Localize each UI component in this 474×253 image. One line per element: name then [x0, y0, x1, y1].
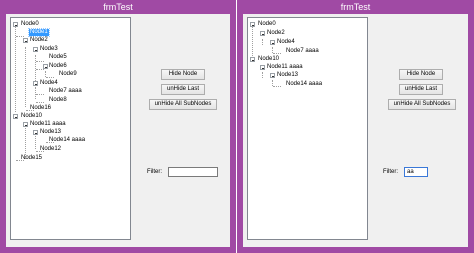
tree-node[interactable]: Node2 [266, 30, 286, 37]
tree-connector [273, 53, 281, 54]
window-title: frmTest [340, 2, 371, 12]
tree-view[interactable]: Node0 Node2 Node4 Node7 aaaa Node10 Node… [247, 17, 368, 240]
collapse-icon[interactable] [33, 47, 38, 52]
tree-node[interactable]: Node11 aaaa [266, 64, 304, 71]
tree-node[interactable]: Node2 [29, 37, 49, 44]
tree-node[interactable]: Node13 [39, 129, 62, 136]
collapse-icon[interactable] [260, 31, 265, 36]
tree-connector [35, 87, 36, 99]
collapse-icon[interactable] [33, 81, 38, 86]
tree-node[interactable]: Node7 aaaa [285, 48, 320, 55]
collapse-icon[interactable] [23, 122, 28, 127]
tree-connector [262, 39, 263, 45]
right-window: frmTest Node0 Node2 Node4 Node7 aaaa Nod… [237, 0, 474, 253]
filter-label: Filter: [147, 169, 162, 175]
collapse-icon[interactable] [23, 38, 28, 43]
window-client-area: Node0 Node2 Node4 Node7 aaaa Node10 Node… [243, 14, 468, 247]
tree-connector [25, 47, 26, 107]
tree-node[interactable]: Node12 [39, 146, 62, 153]
collapse-icon[interactable] [250, 22, 255, 27]
tree-view[interactable]: Node0 Node1 Node2 Node3 Node5 Node6 Node… [10, 17, 131, 240]
collapse-icon[interactable] [270, 73, 275, 78]
hide-node-button[interactable]: Hide Node [161, 69, 205, 80]
tree-node[interactable]: Node4 [276, 39, 296, 46]
collapse-icon[interactable] [270, 40, 275, 45]
tree-connector [46, 77, 54, 78]
hide-node-button[interactable]: Hide Node [399, 69, 443, 80]
tree-connector [252, 27, 253, 60]
tree-node[interactable]: Node16 [29, 105, 52, 112]
window-title: frmTest [103, 2, 133, 12]
tree-connector [25, 123, 26, 159]
tree-node[interactable]: Node5 [48, 54, 68, 61]
filter-input[interactable] [404, 167, 428, 177]
collapse-icon[interactable] [260, 65, 265, 70]
tree-node[interactable]: Node0 [20, 21, 40, 28]
unhide-all-subnodes-button[interactable]: unHide All SubNodes [388, 99, 456, 110]
left-window: frmTest Node0 Node1 Node2 Node3 Node5 No… [0, 0, 236, 253]
window-client-area: Node0 Node1 Node2 Node3 Node5 Node6 Node… [6, 14, 230, 247]
tree-node[interactable]: Node15 [20, 155, 43, 162]
tree-connector [16, 36, 24, 37]
unhide-last-button[interactable]: unHide Last [399, 84, 443, 95]
tree-node[interactable]: Node9 [58, 71, 78, 78]
tree-node[interactable]: Node14 aaaa [48, 137, 86, 144]
collapse-icon[interactable] [33, 130, 38, 135]
tree-connector [36, 102, 44, 103]
tree-connector [273, 86, 281, 87]
collapse-icon[interactable] [13, 114, 18, 119]
tree-node[interactable]: Node13 [276, 72, 299, 79]
unhide-last-button[interactable]: unHide Last [161, 84, 205, 95]
collapse-icon[interactable] [250, 57, 255, 62]
tree-node[interactable]: Node14 aaaa [285, 81, 323, 88]
collapse-icon[interactable] [13, 22, 18, 27]
tree-node[interactable]: Node8 [48, 97, 68, 104]
filter-label: Filter: [383, 169, 398, 175]
tree-connector [36, 94, 44, 95]
tree-node[interactable]: Node4 [39, 80, 59, 87]
unhide-all-subnodes-button[interactable]: unHide All SubNodes [149, 99, 217, 110]
tree-node[interactable]: Node3 [39, 46, 59, 53]
tree-connector [36, 61, 44, 62]
tree-node[interactable]: Node10 [257, 56, 280, 63]
tree-connector [15, 27, 16, 112]
tree-node[interactable]: Node0 [257, 21, 277, 28]
tree-node[interactable]: Node6 [48, 63, 68, 70]
tree-connector [36, 69, 44, 70]
filter-input[interactable] [168, 167, 218, 177]
tree-connector [262, 72, 263, 78]
tree-node[interactable]: Node7 aaaa [48, 88, 83, 95]
tree-node-selected[interactable]: Node1 [28, 28, 50, 37]
tree-node[interactable]: Node11 aaaa [29, 121, 67, 128]
tree-node[interactable]: Node10 [20, 113, 43, 120]
